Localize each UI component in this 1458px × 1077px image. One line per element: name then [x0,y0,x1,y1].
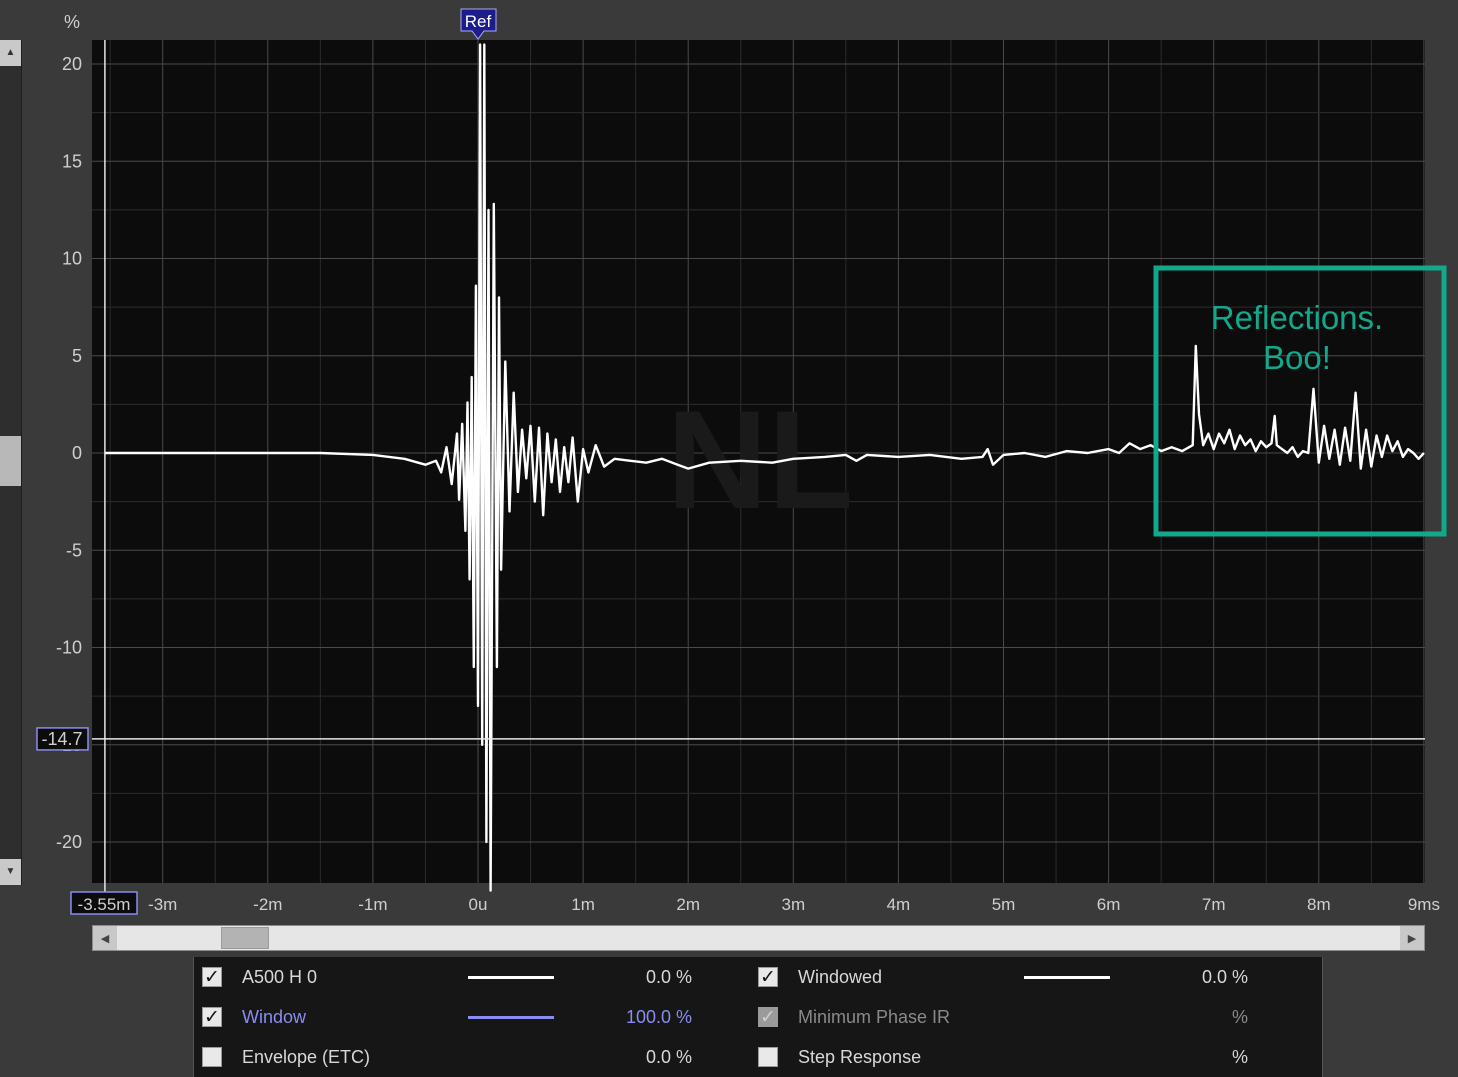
legend-label: Minimum Phase IR [798,1006,951,1027]
checkmark-icon: ✓ [204,966,220,988]
checkbox-step[interactable] [758,1047,778,1067]
horizontal-scroll-thumb[interactable] [221,927,269,949]
x-tick-label: 0u [469,895,488,914]
x-axis: -3m -2m -1m 0u 1m 2m 3m 4m 5m 6m 7m 8m 9ms [148,895,1440,914]
trace-swatch [1024,975,1110,979]
watermark: NL [667,381,854,538]
annotation-line-2: Boo! [1263,339,1331,376]
x-tick-label: 5m [992,895,1016,914]
x-cursor-readout: -3.55m [78,895,131,914]
legend-item-envelope[interactable]: Envelope (ETC) 0.0 % [202,1037,702,1077]
checkmark-icon: ✓ [760,966,776,988]
legend-label: Window [242,1006,307,1027]
scroll-right-icon[interactable]: ▶ [1400,926,1424,950]
legend-value: 0.0 % [645,966,692,987]
checkmark-icon: ✓ [760,1006,776,1028]
y-tick-label: -10 [56,638,82,658]
x-tick-label: 3m [781,895,805,914]
y-tick-label: 5 [72,346,82,366]
checkbox-min-phase: ✓ [758,1007,778,1027]
checkbox-window[interactable]: ✓ [202,1007,222,1027]
legend-label: Windowed [798,966,883,987]
trace-swatch [468,1015,554,1019]
scroll-left-icon[interactable]: ◀ [93,926,117,950]
legend-label: Envelope (ETC) [242,1046,371,1067]
vertical-scroll-thumb[interactable] [0,436,21,486]
legend-label: A500 H 0 [242,966,318,987]
vertical-scrollbar[interactable]: ▲ ▼ [0,40,22,885]
trace-legend: ✓ A500 H 0 0.0 % ✓ Window 100.0 % Envelo… [193,957,1323,1077]
horizontal-scrollbar[interactable]: ◀ ▶ [92,925,1425,951]
checkbox-a500[interactable]: ✓ [202,967,222,987]
legend-item-step[interactable]: Step Response % [758,1037,1258,1077]
y-tick-label: 10 [62,249,82,269]
legend-item-a500[interactable]: ✓ A500 H 0 0.0 % [202,957,702,997]
x-tick-label: -2m [253,895,282,914]
legend-value: 100.0 % [625,1006,692,1027]
impulse-response-chart[interactable]: NL 20151050-5-10-15-20 -3m-2m-1m0u1m2m3m… [0,0,1458,930]
legend-value: % [1231,1046,1248,1067]
legend-item-windowed[interactable]: ✓ Windowed 0.0 % [758,957,1258,997]
y-tick-label: 15 [62,151,82,171]
x-tick-label: 1m [571,895,595,914]
trace-swatch [468,975,554,979]
y-tick-label: -5 [66,540,82,560]
x-tick-label: -1m [358,895,387,914]
x-tick-label: 4m [887,895,911,914]
legend-value: 0.0 % [645,1046,692,1067]
x-tick-label: 9ms [1408,895,1440,914]
ref-marker-label: Ref [465,12,492,31]
x-tick-label: 2m [676,895,700,914]
checkbox-envelope[interactable] [202,1047,222,1067]
x-tick-label: -3m [148,895,177,914]
checkmark-icon: ✓ [204,1006,220,1028]
legend-item-min-phase: ✓ Minimum Phase IR % [758,997,1258,1037]
x-tick-label: 6m [1097,895,1121,914]
x-tick-label: 8m [1307,895,1331,914]
y-tick-label: -20 [56,832,82,852]
annotation-line-1: Reflections. [1211,299,1383,336]
legend-value: 0.0 % [1201,966,1248,987]
y-tick-label: 0 [72,443,82,463]
checkbox-windowed[interactable]: ✓ [758,967,778,987]
y-unit-label: % [64,12,80,32]
y-cursor-readout: -14.7 [41,729,82,749]
scroll-down-icon[interactable]: ▼ [0,859,21,885]
scroll-up-icon[interactable]: ▲ [0,40,21,66]
y-tick-label: 20 [62,54,82,74]
x-tick-label: 7m [1202,895,1226,914]
legend-value: % [1231,1006,1248,1027]
legend-label: Step Response [798,1046,922,1067]
legend-item-window[interactable]: ✓ Window 100.0 % [202,997,702,1037]
